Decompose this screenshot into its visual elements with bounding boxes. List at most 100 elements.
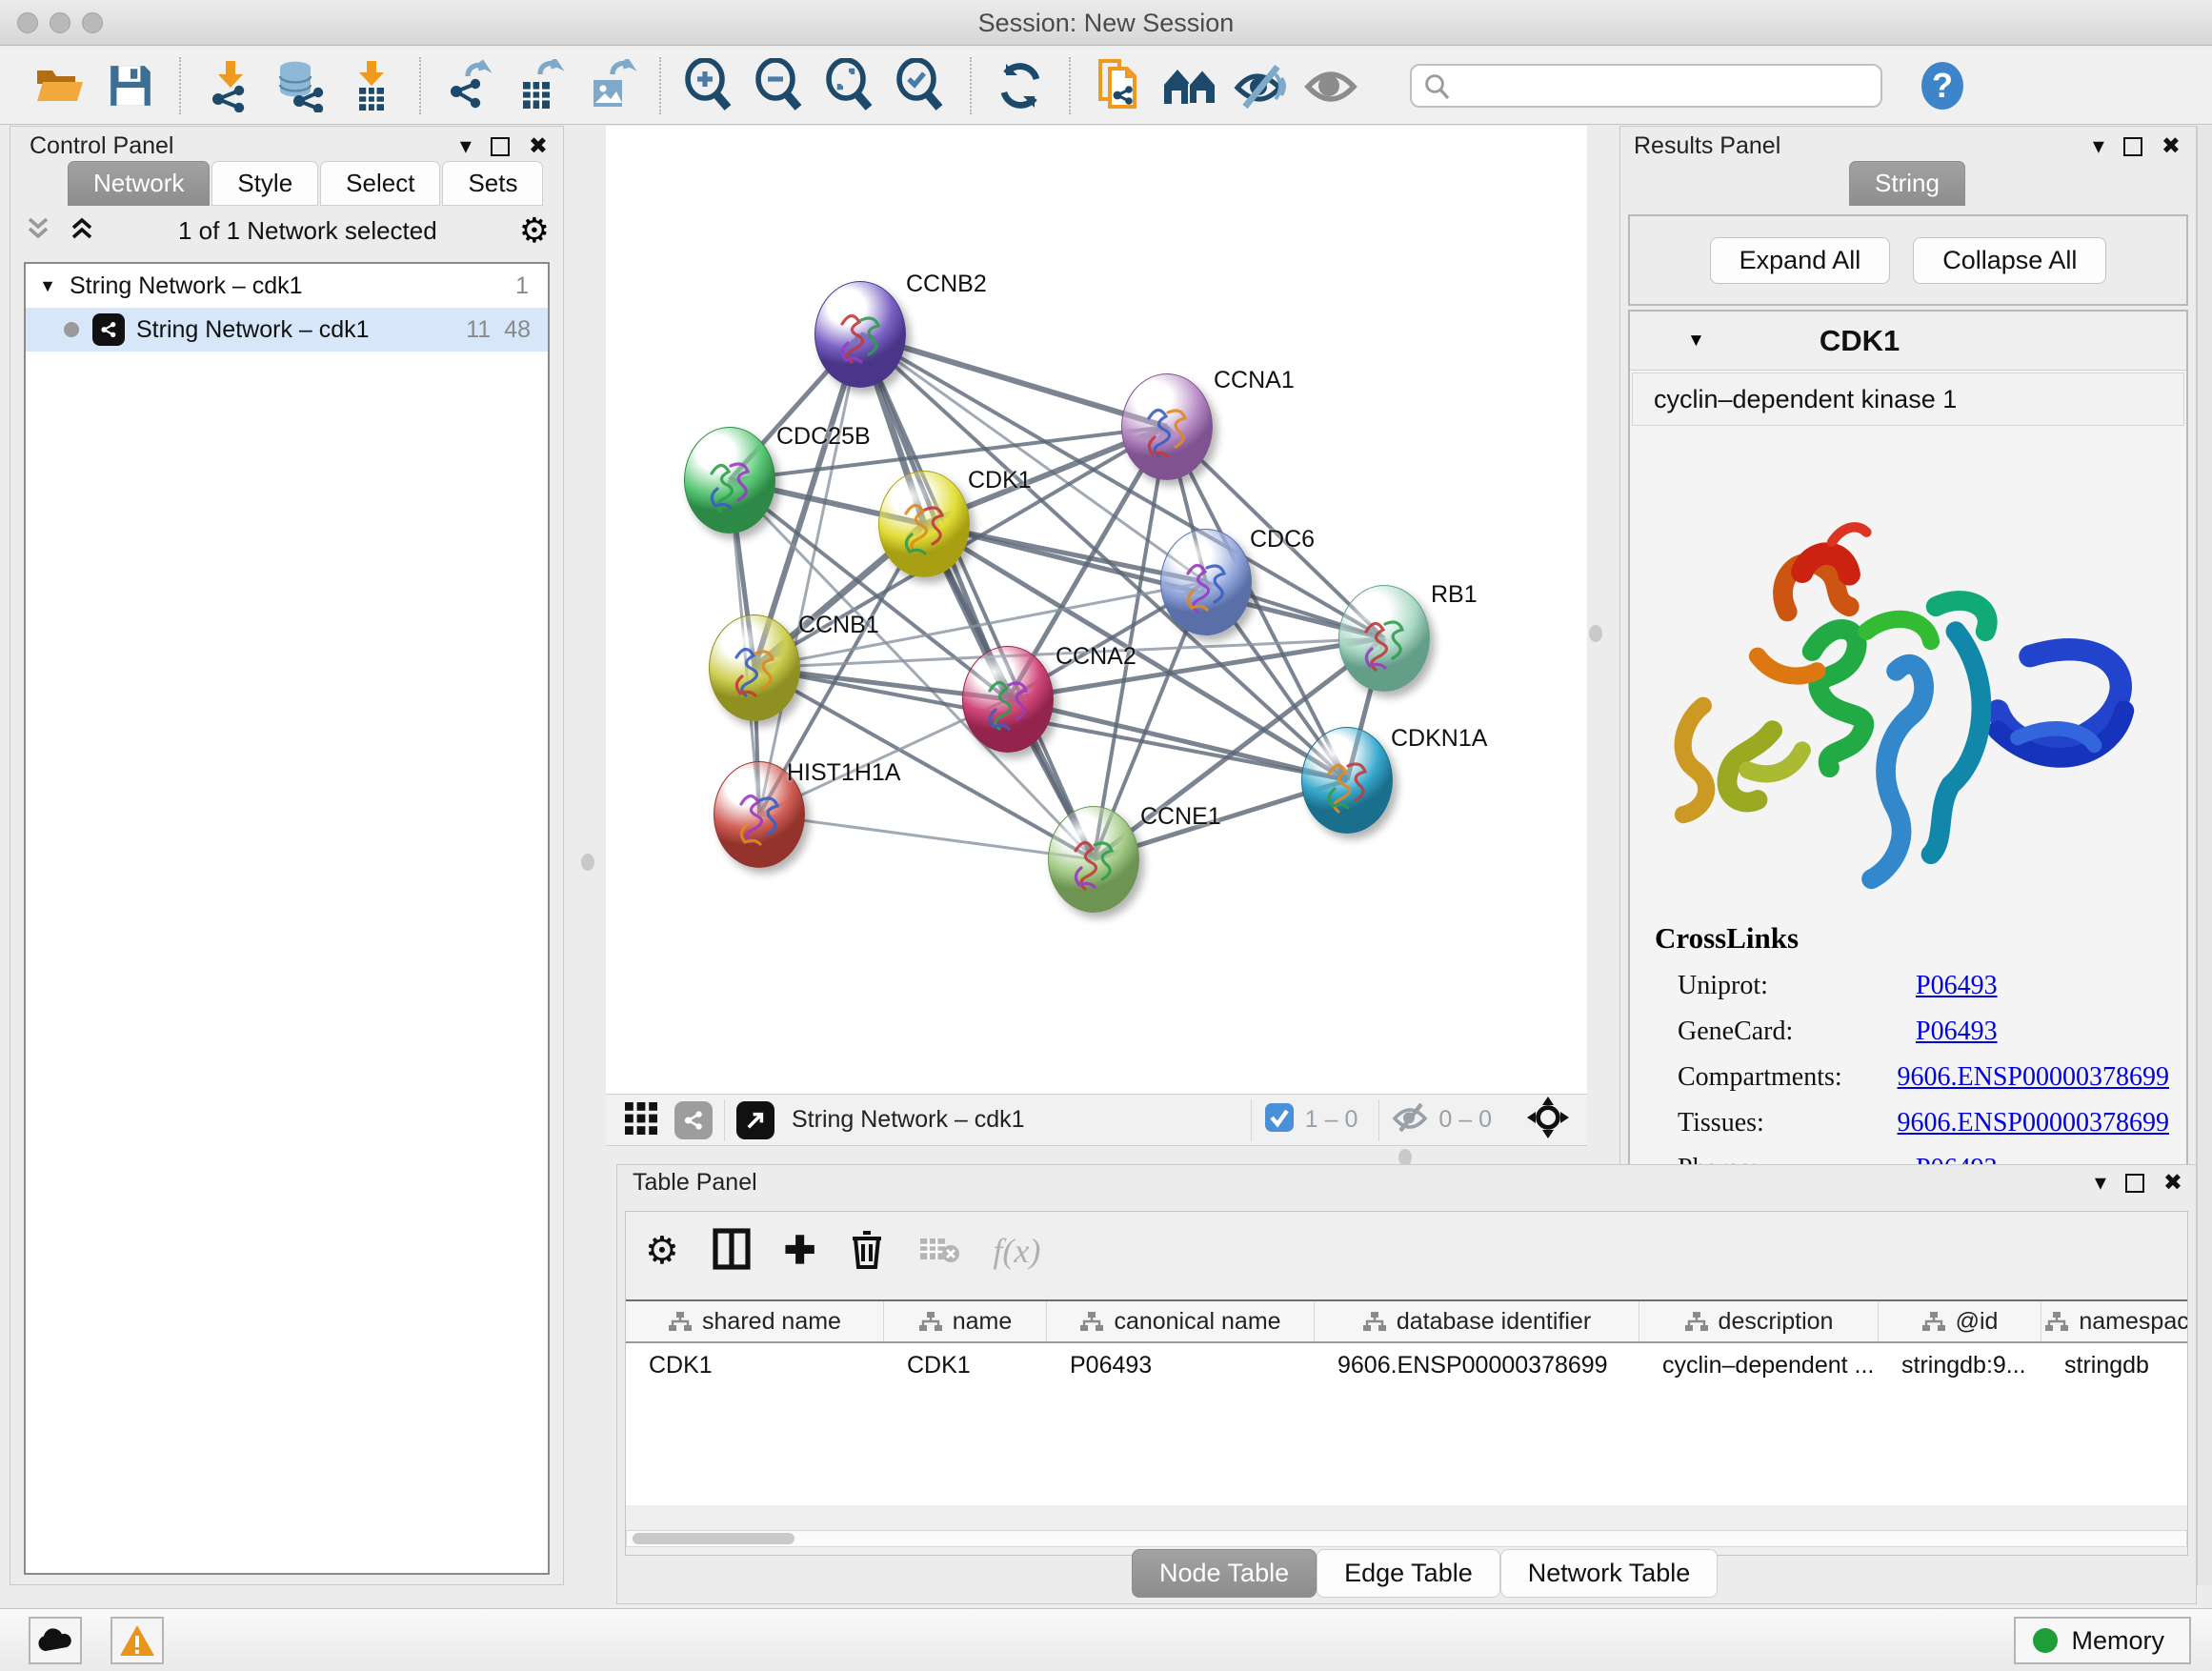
crosslink-row: GeneCard:P06493 [1678, 1017, 2169, 1047]
delete-table-icon[interactable] [918, 1233, 960, 1270]
network-canvas[interactable]: CCNB2CCNA1CDC25BCDK1CDC6RB1CCNB1CCNA2CDK… [606, 126, 1587, 1094]
expand-all-button[interactable]: Expand All [1710, 237, 1891, 284]
birds-eye-view-icon[interactable] [1526, 1096, 1570, 1144]
table-row[interactable]: CDK1CDK1P064939606.ENSP00000378699cyclin… [626, 1343, 2187, 1387]
grid-view-icon[interactable] [623, 1098, 661, 1141]
splitter-handle[interactable] [581, 854, 594, 871]
close-panel-icon[interactable]: ✖ [2162, 132, 2181, 160]
export-table-button[interactable] [511, 56, 570, 115]
column-header-description[interactable]: description [1639, 1301, 1879, 1341]
maximize-panel-icon[interactable] [2123, 137, 2142, 156]
column-header--id[interactable]: @id [1879, 1301, 2041, 1341]
tab-edge-table[interactable]: Edge Table [1317, 1549, 1500, 1598]
network-node-CCNE1[interactable] [1048, 806, 1139, 913]
network-node-CCNA1[interactable] [1121, 373, 1213, 480]
network-node-CCNB2[interactable] [814, 281, 906, 388]
zoom-fit-icon [823, 58, 878, 113]
import-network-file-button[interactable] [200, 56, 259, 115]
tab-network-table[interactable]: Network Table [1500, 1549, 1719, 1598]
zoom-out-button[interactable] [751, 56, 810, 115]
export-image-button[interactable] [581, 56, 640, 115]
tab-string[interactable]: String [1849, 161, 1965, 206]
search-icon [1423, 72, 1452, 106]
network-view-icon[interactable] [674, 1101, 713, 1139]
zoom-selected-icon [894, 58, 949, 113]
export-network-button[interactable] [440, 56, 499, 115]
memory-button[interactable]: Memory [2014, 1617, 2191, 1664]
import-network-database-button[interactable] [271, 56, 330, 115]
cloud-status-button[interactable] [29, 1617, 82, 1664]
import-table-file-button[interactable] [341, 56, 400, 115]
network-node-RB1[interactable] [1338, 585, 1430, 692]
tab-network[interactable]: Network [68, 161, 210, 206]
collapse-all-tree-icon[interactable] [24, 215, 52, 247]
table-cell: 9606.ENSP00000378699 [1315, 1343, 1639, 1387]
close-panel-icon[interactable]: ✖ [529, 132, 548, 160]
warnings-button[interactable] [111, 1617, 164, 1664]
column-header-name[interactable]: name [884, 1301, 1047, 1341]
table-cell: stringdb [2041, 1343, 2187, 1387]
node-table[interactable]: shared namenamecanonical namedatabase id… [626, 1299, 2187, 1505]
detach-view-icon[interactable] [736, 1101, 774, 1139]
expand-all-tree-icon[interactable] [68, 216, 96, 246]
table-cell: cyclin–dependent ... [1639, 1343, 1879, 1387]
splitter-handle[interactable] [1589, 625, 1602, 642]
save-session-button[interactable] [101, 56, 160, 115]
tab-style[interactable]: Style [211, 161, 318, 206]
network-row[interactable]: String Network – cdk1 11 48 [26, 308, 548, 352]
table-h-scrollbar[interactable] [626, 1530, 2187, 1547]
hide-selected-button[interactable] [1231, 56, 1290, 115]
column-header-namespace[interactable]: namespace [2041, 1301, 2187, 1341]
network-options-gear-icon[interactable]: ⚙ [519, 211, 550, 251]
function-builder-icon[interactable]: f(x) [993, 1231, 1040, 1271]
warning-icon [118, 1623, 156, 1658]
zoom-fit-button[interactable] [821, 56, 880, 115]
show-all-button[interactable] [1301, 56, 1360, 115]
crosslink-link[interactable]: 9606.ENSP00000378699 [1898, 1062, 2169, 1093]
open-session-button[interactable] [30, 56, 90, 115]
show-columns-icon[interactable] [712, 1227, 752, 1276]
tab-node-table[interactable]: Node Table [1132, 1549, 1317, 1598]
float-panel-icon[interactable]: ▾ [460, 132, 472, 160]
delete-column-icon[interactable] [848, 1227, 886, 1276]
zoom-selected-button[interactable] [892, 56, 951, 115]
horizontal-splitter[interactable] [606, 1147, 1587, 1164]
column-header-shared-name[interactable]: shared name [626, 1301, 884, 1341]
crosslink-link[interactable]: 9606.ENSP00000378699 [1898, 1108, 2169, 1138]
help-button[interactable]: ? [1917, 60, 1968, 111]
create-column-icon[interactable]: ✚ [784, 1229, 816, 1273]
close-panel-icon[interactable]: ✖ [2163, 1169, 2182, 1197]
hidden-eye-icon[interactable] [1391, 1101, 1429, 1138]
tab-select[interactable]: Select [320, 161, 440, 206]
network-node-CDKN1A[interactable] [1301, 727, 1393, 834]
table-h-scrollbar-thumb[interactable] [633, 1533, 794, 1544]
first-neighbors-button[interactable] [1160, 56, 1219, 115]
network-node-CCNA2[interactable] [962, 646, 1054, 753]
collapse-all-button[interactable]: Collapse All [1913, 237, 2106, 284]
maximize-panel-icon[interactable] [491, 137, 510, 156]
network-node-CDC6[interactable] [1160, 529, 1252, 635]
network-node-CDK1[interactable] [878, 471, 970, 577]
selected-node-edge-count: 1 – 0 [1305, 1106, 1358, 1134]
network-node-CDC25B[interactable] [684, 427, 775, 534]
tree-expanded-icon[interactable]: ▼ [26, 276, 70, 296]
crosslink-link[interactable]: P06493 [1916, 1017, 1998, 1047]
float-panel-icon[interactable]: ▾ [2093, 132, 2104, 160]
column-header-database-identifier[interactable]: database identifier [1315, 1301, 1639, 1341]
selected-checkbox-icon[interactable] [1263, 1101, 1296, 1138]
crosslink-link[interactable]: P06493 [1916, 971, 1998, 1001]
float-panel-icon[interactable]: ▾ [2095, 1169, 2106, 1197]
apply-style-button[interactable] [991, 56, 1050, 115]
column-header-canonical-name[interactable]: canonical name [1047, 1301, 1315, 1341]
search-input[interactable] [1410, 64, 1882, 108]
tab-sets[interactable]: Sets [442, 161, 543, 206]
network-collection-row[interactable]: ▼ String Network – cdk1 1 [26, 264, 548, 308]
maximize-panel-icon[interactable] [2125, 1174, 2144, 1193]
duplicate-network-button[interactable] [1090, 56, 1149, 115]
cloud-icon [36, 1626, 74, 1655]
control-panel: Control Panel ▾ ✖ NetworkStyleSelectSets… [10, 126, 564, 1585]
network-node-CCNB1[interactable] [709, 614, 800, 721]
gene-collapse-icon[interactable]: ▼ [1687, 331, 1705, 352]
table-settings-gear-icon[interactable]: ⚙ [645, 1229, 679, 1273]
zoom-in-button[interactable] [680, 56, 739, 115]
